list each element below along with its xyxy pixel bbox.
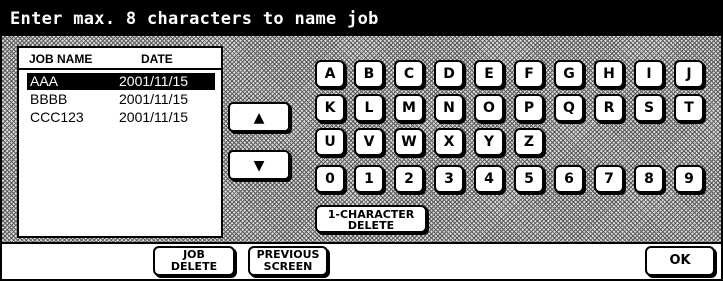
key-k[interactable]: K <box>315 94 345 122</box>
key-o[interactable]: O <box>474 94 504 122</box>
job-delete-button[interactable]: JOB DELETE <box>153 246 235 276</box>
key-2[interactable]: 2 <box>394 165 424 193</box>
key-8[interactable]: 8 <box>634 165 664 193</box>
key-a[interactable]: A <box>315 60 345 88</box>
key-w[interactable]: W <box>394 128 424 156</box>
key-0[interactable]: 0 <box>315 165 345 193</box>
key-r[interactable]: R <box>594 94 624 122</box>
triangle-down-icon: ▼ <box>253 154 265 176</box>
previous-label-line2: SCREEN <box>263 260 313 273</box>
job-date: 2001/11/15 <box>119 91 189 107</box>
previous-screen-button[interactable]: PREVIOUS SCREEN <box>248 246 328 276</box>
triangle-up-icon: ▲ <box>253 106 265 128</box>
job-name-header: JOB NAME <box>29 52 93 66</box>
key-q[interactable]: Q <box>554 94 584 122</box>
job-delete-label-line2: DELETE <box>170 260 218 273</box>
key-i[interactable]: I <box>634 60 664 88</box>
key-l[interactable]: L <box>354 94 384 122</box>
key-z[interactable]: Z <box>514 128 544 156</box>
job-name: CCC123 <box>30 109 84 125</box>
job-list[interactable]: JOB NAME DATE AAA 2001/11/15 BBBB 2001/1… <box>17 46 223 238</box>
date-header: DATE <box>141 52 173 66</box>
bottom-bar <box>2 242 721 279</box>
key-1[interactable]: 1 <box>354 165 384 193</box>
key-d[interactable]: D <box>434 60 464 88</box>
job-row-1[interactable]: AAA 2001/11/15 <box>27 73 215 90</box>
screen-title: Enter max. 8 characters to name job <box>2 2 721 36</box>
one-character-delete-button[interactable]: 1-CHARACTER DELETE <box>315 205 427 233</box>
scroll-up-button[interactable]: ▲ <box>228 102 290 132</box>
key-x[interactable]: X <box>434 128 464 156</box>
key-4[interactable]: 4 <box>474 165 504 193</box>
key-h[interactable]: H <box>594 60 624 88</box>
job-date: 2001/11/15 <box>119 109 189 125</box>
job-date: 2001/11/15 <box>119 73 189 89</box>
job-row-2[interactable]: BBBB 2001/11/15 <box>27 91 215 108</box>
job-row-3[interactable]: CCC123 2001/11/15 <box>27 109 215 126</box>
key-p[interactable]: P <box>514 94 544 122</box>
key-u[interactable]: U <box>315 128 345 156</box>
key-m[interactable]: M <box>394 94 424 122</box>
key-f[interactable]: F <box>514 60 544 88</box>
key-b[interactable]: B <box>354 60 384 88</box>
key-e[interactable]: E <box>474 60 504 88</box>
key-j[interactable]: J <box>674 60 704 88</box>
key-y[interactable]: Y <box>474 128 504 156</box>
key-c[interactable]: C <box>394 60 424 88</box>
key-n[interactable]: N <box>434 94 464 122</box>
job-name: BBBB <box>30 91 68 107</box>
ok-label: OK <box>669 253 691 268</box>
key-t[interactable]: T <box>674 94 704 122</box>
scroll-down-button[interactable]: ▼ <box>228 150 290 180</box>
key-3[interactable]: 3 <box>434 165 464 193</box>
delete-label-line2: DELETE <box>347 219 395 232</box>
key-g[interactable]: G <box>554 60 584 88</box>
job-name: AAA <box>30 73 59 89</box>
key-9[interactable]: 9 <box>674 165 704 193</box>
key-s[interactable]: S <box>634 94 664 122</box>
name-job-screen: Enter max. 8 characters to name job JOB … <box>0 0 723 281</box>
key-7[interactable]: 7 <box>594 165 624 193</box>
job-list-header: JOB NAME DATE <box>19 50 221 70</box>
key-5[interactable]: 5 <box>514 165 544 193</box>
key-v[interactable]: V <box>354 128 384 156</box>
key-6[interactable]: 6 <box>554 165 584 193</box>
ok-button[interactable]: OK <box>645 246 715 276</box>
